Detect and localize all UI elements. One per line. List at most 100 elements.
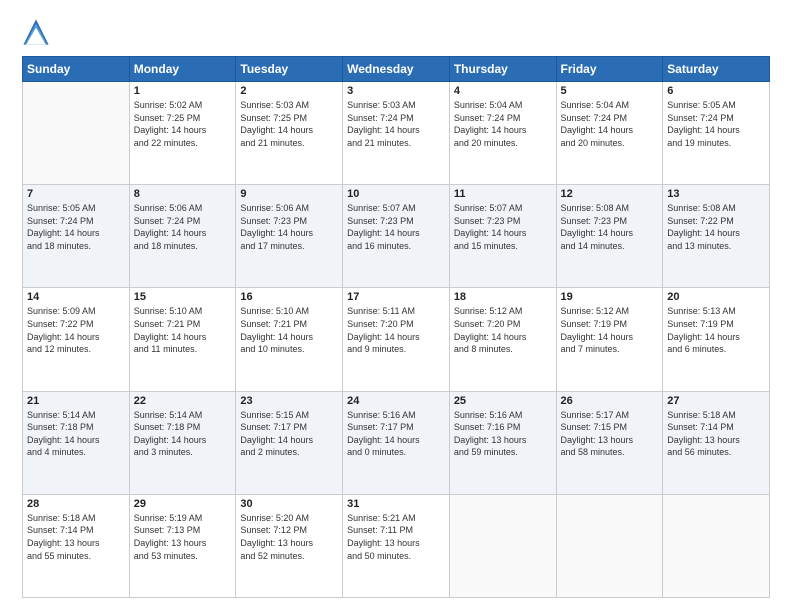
calendar-week-row: 1 Sunrise: 5:02 AM Sunset: 7:25 PM Daylig… (23, 82, 770, 185)
calendar-day-cell: 11 Sunrise: 5:07 AM Sunset: 7:23 PM Dayli… (449, 185, 556, 288)
day-number: 27 (667, 395, 765, 407)
day-info: Sunrise: 5:16 AM Sunset: 7:17 PM Dayligh… (347, 409, 445, 459)
day-number: 17 (347, 291, 445, 303)
logo-icon (22, 18, 50, 46)
calendar-day-cell: 17 Sunrise: 5:11 AM Sunset: 7:20 PM Dayli… (343, 288, 450, 391)
day-number: 6 (667, 85, 765, 97)
day-info: Sunrise: 5:03 AM Sunset: 7:24 PM Dayligh… (347, 99, 445, 149)
day-info: Sunrise: 5:02 AM Sunset: 7:25 PM Dayligh… (134, 99, 232, 149)
day-number: 4 (454, 85, 552, 97)
calendar-day-cell: 24 Sunrise: 5:16 AM Sunset: 7:17 PM Dayli… (343, 391, 450, 494)
calendar-day-cell: 19 Sunrise: 5:12 AM Sunset: 7:19 PM Dayli… (556, 288, 663, 391)
page: SundayMondayTuesdayWednesdayThursdayFrid… (0, 0, 792, 612)
day-number: 3 (347, 85, 445, 97)
calendar-day-cell: 27Sunrise: 5:18 AM Sunset: 7:14 PM Dayli… (663, 391, 770, 494)
day-number: 5 (561, 85, 659, 97)
day-number: 23 (240, 395, 338, 407)
calendar-day-cell: 3 Sunrise: 5:03 AM Sunset: 7:24 PM Daylig… (343, 82, 450, 185)
day-number: 16 (240, 291, 338, 303)
day-number: 7 (27, 188, 125, 200)
calendar-day-header: Friday (556, 57, 663, 82)
day-number: 19 (561, 291, 659, 303)
day-number: 18 (454, 291, 552, 303)
calendar-day-cell: 10Sunrise: 5:07 AM Sunset: 7:23 PM Dayli… (343, 185, 450, 288)
calendar-day-cell: 28 Sunrise: 5:18 AM Sunset: 7:14 PM Dayli… (23, 494, 130, 597)
logo (22, 18, 54, 46)
day-number: 30 (240, 498, 338, 510)
calendar-day-cell: 14 Sunrise: 5:09 AM Sunset: 7:22 PM Dayli… (23, 288, 130, 391)
day-info: Sunrise: 5:20 AM Sunset: 7:12 PM Dayligh… (240, 512, 338, 562)
calendar-day-cell: 16 Sunrise: 5:10 AM Sunset: 7:21 PM Dayli… (236, 288, 343, 391)
day-number: 12 (561, 188, 659, 200)
day-number: 22 (134, 395, 232, 407)
day-number: 13 (667, 188, 765, 200)
calendar-day-cell: 15 Sunrise: 5:10 AM Sunset: 7:21 PM Dayli… (129, 288, 236, 391)
day-info: Sunrise: 5:08 AM Sunset: 7:22 PM Dayligh… (667, 202, 765, 252)
day-number: 29 (134, 498, 232, 510)
calendar-day-cell: 8 Sunrise: 5:06 AM Sunset: 7:24 PM Daylig… (129, 185, 236, 288)
day-info: Sunrise: 5:04 AM Sunset: 7:24 PM Dayligh… (561, 99, 659, 149)
calendar-week-row: 28 Sunrise: 5:18 AM Sunset: 7:14 PM Dayli… (23, 494, 770, 597)
calendar-day-cell: 22 Sunrise: 5:14 AM Sunset: 7:18 PM Dayli… (129, 391, 236, 494)
calendar-table: SundayMondayTuesdayWednesdayThursdayFrid… (22, 56, 770, 598)
day-info: Sunrise: 5:18 AM Sunset: 7:14 PM Dayligh… (27, 512, 125, 562)
day-info: Sunrise: 5:16 AM Sunset: 7:16 PM Dayligh… (454, 409, 552, 459)
calendar-day-header: Thursday (449, 57, 556, 82)
day-info: Sunrise: 5:09 AM Sunset: 7:22 PM Dayligh… (27, 305, 125, 355)
day-number: 1 (134, 85, 232, 97)
day-number: 28 (27, 498, 125, 510)
day-info: Sunrise: 5:14 AM Sunset: 7:18 PM Dayligh… (27, 409, 125, 459)
day-info: Sunrise: 5:06 AM Sunset: 7:24 PM Dayligh… (134, 202, 232, 252)
day-number: 14 (27, 291, 125, 303)
day-number: 26 (561, 395, 659, 407)
day-number: 10 (347, 188, 445, 200)
day-number: 15 (134, 291, 232, 303)
day-info: Sunrise: 5:04 AM Sunset: 7:24 PM Dayligh… (454, 99, 552, 149)
calendar-header-row: SundayMondayTuesdayWednesdayThursdayFrid… (23, 57, 770, 82)
calendar-day-cell: 2 Sunrise: 5:03 AM Sunset: 7:25 PM Daylig… (236, 82, 343, 185)
day-info: Sunrise: 5:19 AM Sunset: 7:13 PM Dayligh… (134, 512, 232, 562)
calendar-day-cell: 9 Sunrise: 5:06 AM Sunset: 7:23 PM Daylig… (236, 185, 343, 288)
day-info: Sunrise: 5:12 AM Sunset: 7:20 PM Dayligh… (454, 305, 552, 355)
calendar-week-row: 7 Sunrise: 5:05 AM Sunset: 7:24 PM Daylig… (23, 185, 770, 288)
calendar-week-row: 14 Sunrise: 5:09 AM Sunset: 7:22 PM Dayli… (23, 288, 770, 391)
day-info: Sunrise: 5:11 AM Sunset: 7:20 PM Dayligh… (347, 305, 445, 355)
calendar-day-cell: 5 Sunrise: 5:04 AM Sunset: 7:24 PM Daylig… (556, 82, 663, 185)
calendar-day-header: Wednesday (343, 57, 450, 82)
calendar-day-cell: 29 Sunrise: 5:19 AM Sunset: 7:13 PM Dayli… (129, 494, 236, 597)
calendar-day-header: Sunday (23, 57, 130, 82)
header (22, 18, 770, 46)
day-info: Sunrise: 5:08 AM Sunset: 7:23 PM Dayligh… (561, 202, 659, 252)
day-info: Sunrise: 5:06 AM Sunset: 7:23 PM Dayligh… (240, 202, 338, 252)
calendar-day-cell (449, 494, 556, 597)
day-info: Sunrise: 5:05 AM Sunset: 7:24 PM Dayligh… (27, 202, 125, 252)
day-info: Sunrise: 5:13 AM Sunset: 7:19 PM Dayligh… (667, 305, 765, 355)
calendar-day-cell (23, 82, 130, 185)
calendar-day-cell: 26Sunrise: 5:17 AM Sunset: 7:15 PM Dayli… (556, 391, 663, 494)
day-number: 31 (347, 498, 445, 510)
day-info: Sunrise: 5:03 AM Sunset: 7:25 PM Dayligh… (240, 99, 338, 149)
calendar-day-header: Tuesday (236, 57, 343, 82)
calendar-day-cell: 31Sunrise: 5:21 AM Sunset: 7:11 PM Dayli… (343, 494, 450, 597)
day-info: Sunrise: 5:12 AM Sunset: 7:19 PM Dayligh… (561, 305, 659, 355)
day-number: 2 (240, 85, 338, 97)
day-info: Sunrise: 5:14 AM Sunset: 7:18 PM Dayligh… (134, 409, 232, 459)
day-number: 9 (240, 188, 338, 200)
calendar-day-cell: 7 Sunrise: 5:05 AM Sunset: 7:24 PM Daylig… (23, 185, 130, 288)
calendar-day-header: Saturday (663, 57, 770, 82)
day-info: Sunrise: 5:07 AM Sunset: 7:23 PM Dayligh… (454, 202, 552, 252)
calendar-day-cell: 13 Sunrise: 5:08 AM Sunset: 7:22 PM Dayli… (663, 185, 770, 288)
calendar-day-cell: 25 Sunrise: 5:16 AM Sunset: 7:16 PM Dayli… (449, 391, 556, 494)
calendar-day-cell: 12 Sunrise: 5:08 AM Sunset: 7:23 PM Dayli… (556, 185, 663, 288)
day-info: Sunrise: 5:10 AM Sunset: 7:21 PM Dayligh… (240, 305, 338, 355)
day-number: 25 (454, 395, 552, 407)
calendar-day-cell (556, 494, 663, 597)
day-number: 11 (454, 188, 552, 200)
day-info: Sunrise: 5:15 AM Sunset: 7:17 PM Dayligh… (240, 409, 338, 459)
day-number: 8 (134, 188, 232, 200)
day-number: 24 (347, 395, 445, 407)
day-info: Sunrise: 5:10 AM Sunset: 7:21 PM Dayligh… (134, 305, 232, 355)
calendar-day-cell (663, 494, 770, 597)
calendar-day-cell: 6Sunrise: 5:05 AM Sunset: 7:24 PM Daylig… (663, 82, 770, 185)
calendar-week-row: 21Sunrise: 5:14 AM Sunset: 7:18 PM Dayli… (23, 391, 770, 494)
